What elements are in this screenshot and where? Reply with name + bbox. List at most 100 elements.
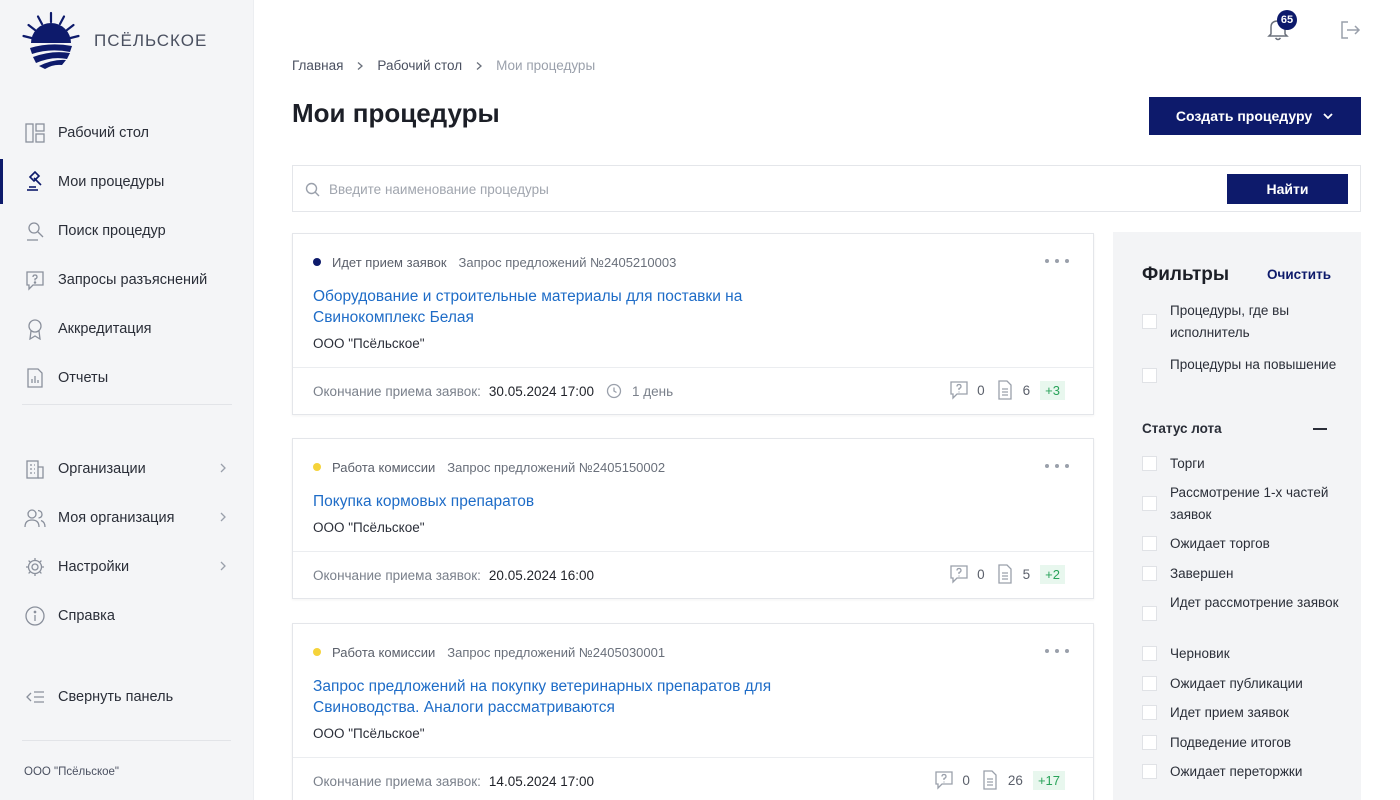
filter-checkbox[interactable] [1142, 368, 1157, 383]
status-dot [313, 648, 321, 656]
filter-status-option[interactable]: Ожидает публикации [1142, 673, 1342, 695]
deadline-value: 30.05.2024 17:00 [488, 383, 595, 399]
procedure-org: ООО "Псёльское" [313, 520, 425, 535]
question-icon [24, 269, 46, 291]
filter-status-option[interactable]: Ожидает переторжки [1142, 761, 1342, 783]
document-icon[interactable] [995, 564, 1015, 584]
new-documents-badge: +2 [1040, 564, 1065, 584]
filter-status-option[interactable]: Торги [1142, 453, 1342, 475]
gear-icon [24, 556, 46, 578]
search-bar: Найти [292, 165, 1361, 212]
filter-checkbox[interactable] [1142, 646, 1157, 661]
status-section-title: Статус лота [1142, 421, 1222, 436]
breadcrumb: Главная Рабочий стол Мои процедуры [292, 58, 595, 73]
logout-icon[interactable] [1338, 18, 1362, 42]
sidebar-item-my-organization[interactable]: Моя организация [0, 493, 254, 542]
collapse-panel-button[interactable]: Свернуть панель [0, 672, 254, 721]
sidebar-item-label: Мои процедуры [58, 173, 165, 190]
filter-checkbox[interactable] [1142, 764, 1157, 779]
sidebar-item-accreditation[interactable]: Аккредитация [0, 304, 254, 353]
filter-checkbox[interactable] [1142, 705, 1157, 720]
filter-checkbox[interactable] [1142, 536, 1157, 551]
sidebar-item-reports[interactable]: Отчеты [0, 353, 254, 402]
filter-status-option[interactable]: Подведение итогов [1142, 732, 1342, 754]
procedure-title-link[interactable]: Запрос предложений на покупку ветеринарн… [313, 676, 813, 718]
filter-checkbox[interactable] [1142, 456, 1157, 471]
sidebar: ПСЁЛЬСКОЕ Рабочий стол Мои процедуры Пои… [0, 0, 254, 800]
sidebar-nav-secondary: Организации Моя организация Настройки Сп… [0, 444, 254, 640]
chevron-right-icon [220, 512, 226, 522]
sidebar-item-desk[interactable]: Рабочий стол [0, 108, 254, 157]
users-icon [24, 507, 46, 529]
sidebar-item-settings[interactable]: Настройки [0, 542, 254, 591]
filter-checkbox[interactable] [1142, 566, 1157, 581]
sidebar-item-help[interactable]: Справка [0, 591, 254, 640]
more-options-icon[interactable] [1045, 644, 1069, 658]
question-icon[interactable] [934, 770, 954, 790]
building-icon [24, 458, 46, 480]
filters-panel: Фильтры Очистить Процедуры, где вы испол… [1113, 232, 1361, 800]
sidebar-item-label: Поиск процедур [58, 222, 166, 239]
create-procedure-label: Создать процедуру [1175, 108, 1313, 124]
info-icon [24, 605, 46, 627]
search-icon [305, 182, 320, 197]
procedure-card: Работа комиссии Запрос предложений №2405… [292, 623, 1094, 800]
brand-logo[interactable]: ПСЁЛЬСКОЕ [20, 10, 207, 72]
filter-executor[interactable]: Процедуры, где вы исполнитель [1142, 300, 1342, 343]
deadline-value: 20.05.2024 16:00 [488, 567, 595, 583]
documents-count: 6 [1022, 382, 1031, 398]
deadline-label: Окончание приема заявок: [313, 567, 481, 583]
create-procedure-button[interactable]: Создать процедуру [1149, 97, 1361, 135]
filter-label: Процедуры, где вы исполнитель [1170, 303, 1290, 340]
filter-checkbox[interactable] [1142, 314, 1157, 329]
filter-status-option[interactable]: Идет рассмотрение заявок [1142, 592, 1342, 621]
filter-checkbox[interactable] [1142, 676, 1157, 691]
question-icon[interactable] [949, 564, 969, 584]
filter-increase[interactable]: Процедуры на повышение [1142, 354, 1342, 383]
deadline-label: Окончание приема заявок: [313, 383, 481, 399]
chevron-right-icon [220, 561, 226, 571]
filter-status-option[interactable]: Идет прием заявок [1142, 702, 1342, 724]
filter-checkbox[interactable] [1142, 496, 1157, 511]
procedure-title-link[interactable]: Оборудование и строительные материалы дл… [313, 286, 813, 328]
filter-label: Торги [1170, 456, 1205, 471]
sidebar-item-organizations[interactable]: Организации [0, 444, 254, 493]
chevron-right-icon [220, 463, 226, 473]
sidebar-item-search-procedures[interactable]: Поиск процедур [0, 206, 254, 255]
more-options-icon[interactable] [1045, 254, 1069, 268]
procedure-status: Работа комиссии [332, 459, 436, 475]
filter-label: Процедуры на повышение [1170, 357, 1337, 372]
filter-checkbox[interactable] [1142, 735, 1157, 750]
procedure-title-link[interactable]: Покупка кормовых препаратов [313, 491, 813, 512]
document-icon[interactable] [980, 770, 1000, 790]
page-title: Мои процедуры [292, 98, 500, 128]
breadcrumb-desk[interactable]: Рабочий стол [377, 58, 462, 73]
sidebar-footer-org: ООО "Псёльское" [24, 766, 120, 778]
procedure-stats: 0 26 +17 [934, 770, 1065, 790]
filter-label: Ожидает переторжки [1170, 764, 1303, 779]
sidebar-item-my-procedures[interactable]: Мои процедуры [0, 157, 254, 206]
procedure-card: Идет прием заявок Запрос предложений №24… [292, 233, 1094, 415]
search-input[interactable] [329, 176, 1209, 202]
sidebar-item-label: Моя организация [58, 509, 175, 526]
filter-status-option[interactable]: Завершен [1142, 563, 1342, 585]
filter-checkbox[interactable] [1142, 606, 1157, 621]
document-icon[interactable] [995, 380, 1015, 400]
procedure-status: Работа комиссии [332, 644, 436, 660]
chevron-right-icon [476, 61, 483, 70]
deadline-label: Окончание приема заявок: [313, 773, 481, 789]
filter-status-option[interactable]: Рассмотрение 1-х частей заявок [1142, 482, 1342, 525]
sidebar-item-label: Настройки [58, 558, 130, 575]
sidebar-item-clarifications[interactable]: Запросы разъяснений [0, 255, 254, 304]
filter-status-option[interactable]: Ожидает торгов [1142, 533, 1342, 555]
collapse-section-icon[interactable] [1313, 428, 1327, 430]
clear-filters-button[interactable]: Очистить [1267, 267, 1331, 282]
breadcrumb-home[interactable]: Главная [292, 58, 343, 73]
more-options-icon[interactable] [1045, 459, 1069, 473]
dashboard-icon [24, 122, 46, 144]
question-icon[interactable] [949, 380, 969, 400]
filter-status-option[interactable]: Черновик [1142, 643, 1342, 665]
search-button[interactable]: Найти [1227, 174, 1348, 204]
sidebar-divider [22, 404, 232, 405]
report-icon [24, 367, 46, 389]
